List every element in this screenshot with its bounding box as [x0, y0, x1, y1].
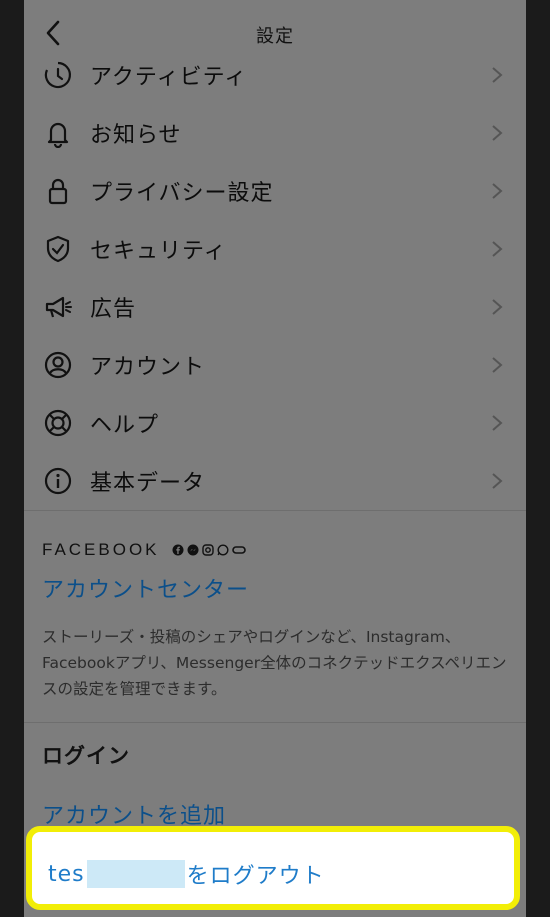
device-frame-left [0, 0, 24, 917]
logout-highlight-box: tes をログアウト [26, 826, 520, 910]
messenger-icon [187, 544, 199, 556]
account-icon [42, 349, 74, 381]
menu-item-label: アクティビティ [90, 65, 248, 90]
activity-icon [42, 59, 74, 91]
info-icon [42, 465, 74, 497]
chevron-right-icon [492, 415, 503, 431]
facebook-icon [172, 544, 184, 556]
menu-item-label: セキュリティ [90, 239, 227, 264]
chevron-right-icon [492, 299, 503, 315]
menu-item-label: お知らせ [90, 123, 182, 148]
menu-item-label: ヘルプ [90, 413, 160, 438]
menu-item-account[interactable]: アカウント [24, 334, 526, 392]
menu-item-label: 基本データ [90, 471, 206, 496]
facebook-wordmark: FACEBOOK [42, 540, 160, 559]
section-divider [24, 722, 526, 723]
account-center-link[interactable]: アカウントセンター [42, 572, 512, 604]
menu-item-label: 広告 [90, 297, 137, 322]
menu-item-label: プライバシー設定 [90, 181, 274, 206]
username-redaction [86, 860, 185, 888]
chevron-right-icon [492, 241, 503, 257]
facebook-header: FACEBOOK [42, 540, 512, 560]
chevron-right-icon [492, 473, 503, 489]
whatsapp-icon [217, 544, 229, 556]
menu-item-activity[interactable]: アクティビティ [24, 44, 526, 102]
settings-screen: 設定 アクティビティ お知らせ プライバシー設定 セキュリティ 広告 アカウント… [24, 0, 526, 917]
facebook-section: FACEBOOK アカウントセンター ストーリーズ・投稿のシェアやログインなど、… [42, 540, 512, 702]
logout-username-prefix: tes [48, 861, 85, 887]
menu-item-label: アカウント [90, 355, 206, 380]
chevron-right-icon [492, 125, 503, 141]
device-frame-right [526, 0, 550, 917]
settings-list: アクティビティ お知らせ プライバシー設定 セキュリティ 広告 アカウント ヘル… [24, 44, 526, 508]
instagram-icon [201, 544, 214, 556]
menu-item-about[interactable]: 基本データ [24, 450, 526, 508]
portal-icon [231, 546, 246, 554]
login-section-title: ログイン [42, 744, 130, 768]
menu-item-notifications[interactable]: お知らせ [24, 102, 526, 160]
lock-icon [42, 175, 74, 207]
menu-item-help[interactable]: ヘルプ [24, 392, 526, 450]
logout-label: をログアウト [186, 864, 325, 889]
chevron-right-icon [492, 67, 503, 83]
logout-button[interactable]: tes をログアウト [48, 858, 325, 890]
bell-icon [42, 117, 74, 149]
meta-apps-icons [172, 544, 246, 556]
chevron-right-icon [492, 357, 503, 373]
lifebuoy-icon [42, 407, 74, 439]
chevron-right-icon [492, 183, 503, 199]
menu-item-privacy[interactable]: プライバシー設定 [24, 160, 526, 218]
shield-icon [42, 233, 74, 265]
section-divider [24, 510, 526, 511]
menu-item-security[interactable]: セキュリティ [24, 218, 526, 276]
megaphone-icon [42, 291, 74, 323]
menu-item-ads[interactable]: 広告 [24, 276, 526, 334]
account-center-description: ストーリーズ・投稿のシェアやログインなど、Instagram、Facebookア… [42, 628, 507, 698]
